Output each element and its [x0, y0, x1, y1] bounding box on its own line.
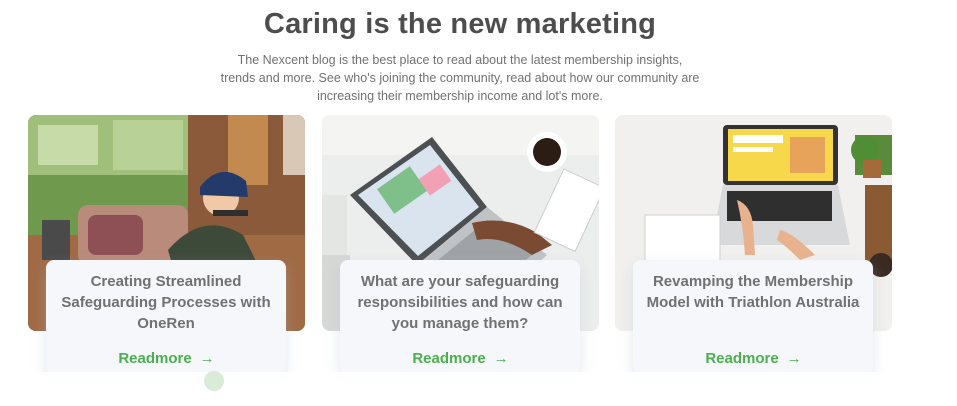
arrow-right-icon: → [199, 350, 215, 367]
blog-card-title: Revamping the Membership Model with Tria… [646, 273, 860, 311]
readmore-label: Readmore [118, 350, 192, 367]
bottom-fade-overlay [0, 372, 957, 406]
readmore-label: Readmore [412, 350, 486, 367]
readmore-link[interactable]: Readmore → [28, 350, 305, 367]
blog-card-3: Revamping the Membership Model with Tria… [615, 115, 892, 375]
readmore-link[interactable]: Readmore → [322, 350, 599, 367]
section-title: Caring is the new marketing [263, 8, 657, 40]
readmore-link[interactable]: Readmore → [615, 350, 892, 367]
section-description: The Nexcent blog is the best place to re… [220, 53, 700, 103]
blog-card-title: What are your safeguarding responsibilit… [357, 273, 563, 332]
blog-card-title: Creating Streamlined Safeguarding Proces… [61, 273, 271, 332]
blog-card-2: What are your safeguarding responsibilit… [322, 115, 599, 375]
blog-card-1: Creating Streamlined Safeguarding Proces… [28, 115, 305, 375]
readmore-label: Readmore [705, 350, 779, 367]
arrow-right-icon: → [493, 350, 509, 367]
reflection-badge [204, 371, 224, 391]
arrow-right-icon: → [786, 350, 802, 367]
